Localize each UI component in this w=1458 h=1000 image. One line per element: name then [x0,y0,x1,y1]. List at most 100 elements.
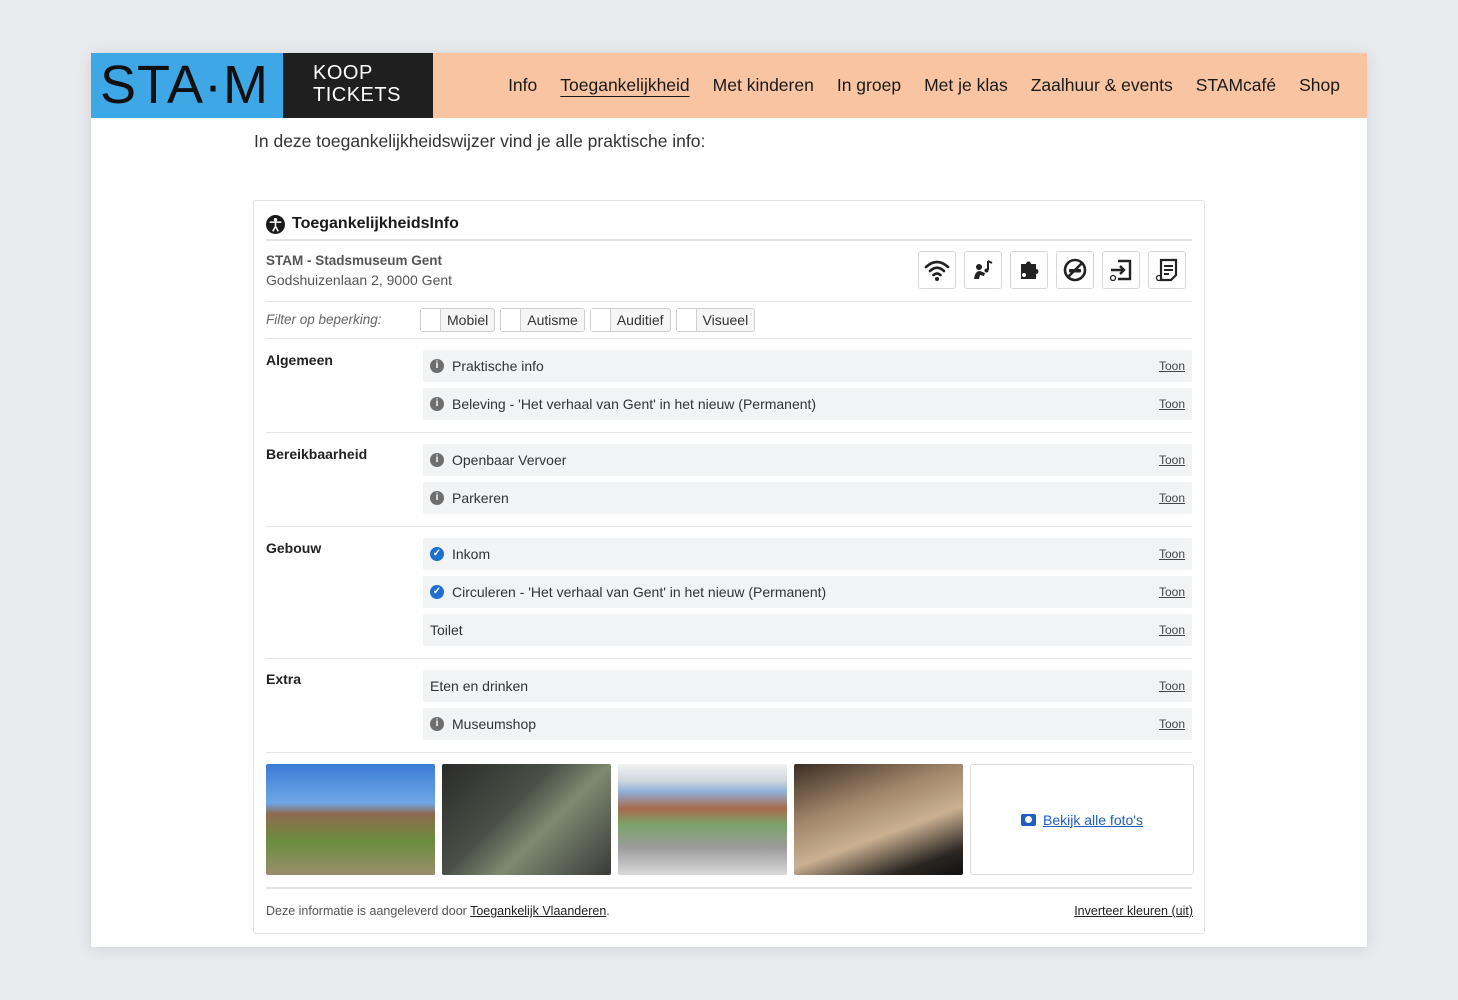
filter-mobiel[interactable]: Mobiel [420,308,496,332]
info-icon: i [430,491,444,505]
item-label: Eten en drinken [430,678,529,694]
divider [266,239,1192,241]
widget-title-text: ToegankelijkheidsInfo [292,215,459,232]
filter-label-text: Visueel [702,312,749,328]
nav-in-groep[interactable]: In groep [837,75,901,96]
toon-link[interactable]: Toon [1159,679,1185,693]
list-item[interactable]: i Beleving - 'Het verhaal van Gent' in h… [423,388,1192,420]
filter-visueel[interactable]: Visueel [675,308,756,332]
feature-icons [918,251,1186,289]
list-item[interactable]: ✓ Inkom Toon [423,538,1192,570]
accessible-entrance-icon[interactable] [1102,251,1140,289]
wifi-icon[interactable] [918,251,956,289]
list-item[interactable]: i Openbaar Vervoer Toon [423,444,1192,476]
toon-link[interactable]: Toon [1159,453,1185,467]
item-label: Toilet [430,622,463,638]
divider [266,658,1192,659]
toon-link[interactable]: Toon [1159,717,1185,731]
view-all-photos-link[interactable]: Bekijk alle foto's [1043,812,1143,828]
divider [266,752,1192,753]
info-icon: i [430,453,444,467]
filter-label-text: Mobiel [447,312,489,328]
widget-title: ToegankelijkheidsInfo [266,209,459,239]
toon-link[interactable]: Toon [1159,623,1185,637]
divider [266,887,1192,889]
list-item[interactable]: i Parkeren Toon [423,482,1192,514]
venue-address: Godshuizenlaan 2, 9000 Gent [266,272,453,288]
nav-zaalhuur-events[interactable]: Zaalhuur & events [1031,75,1173,96]
list-item[interactable]: ✓ Circuleren - 'Het verhaal van Gent' in… [423,576,1192,608]
no-smoking-icon[interactable] [1056,251,1094,289]
filter-label-text: Autisme [527,312,578,328]
filter-label-text: Auditief [616,312,664,328]
filter-label: Filter op beperking: [266,312,382,327]
nav-toegankelijkheid[interactable]: Toegankelijkheid [560,75,689,96]
list-item[interactable]: Toilet Toon [423,614,1192,646]
category-algemeen: Algemeen [266,352,333,368]
photo-gallery: Bekijk alle foto's [266,764,1194,875]
photo-thumbnail[interactable] [266,764,435,875]
accessibility-icon [266,214,285,234]
filter-auditief[interactable]: Auditief [589,308,671,332]
check-icon: ✓ [430,547,444,561]
page-frame: STA·M KOOP TICKETS Info Toegankelijkheid… [91,53,1367,947]
divider [266,301,1192,302]
nav-stamcafe[interactable]: STAMcafé [1196,75,1276,96]
view-all-photos[interactable]: Bekijk alle foto's [970,764,1194,875]
item-label: Inkom [452,546,491,562]
filter-autisme[interactable]: Autisme [500,308,585,332]
divider [266,338,1192,339]
main-nav: Info Toegankelijkheid Met kinderen In gr… [508,53,1340,118]
toon-link[interactable]: Toon [1159,397,1185,411]
toon-link[interactable]: Toon [1159,585,1185,599]
buy-tickets-button[interactable]: KOOP TICKETS [283,53,433,118]
photo-thumbnail[interactable] [618,764,787,875]
site-header: STA·M KOOP TICKETS Info Toegankelijkheid… [91,53,1367,118]
toegankelijk-vlaanderen-link[interactable]: Toegankelijk Vlaanderen [470,904,606,918]
category-extra: Extra [266,671,302,687]
stam-logo[interactable]: STA·M [91,53,283,118]
item-label: Parkeren [452,490,509,506]
category-bereikbaarheid: Bereikbaarheid [266,446,368,462]
autism-friendly-icon[interactable] [1010,251,1048,289]
checkbox[interactable] [421,309,441,331]
list-item[interactable]: i Praktische info Toon [423,350,1192,382]
list-item[interactable]: i Museumshop Toon [423,708,1192,740]
intro-text: In deze toegankelijkheidswijzer vind je … [254,131,706,151]
category-gebouw: Gebouw [266,540,322,556]
item-label: Museumshop [452,716,537,732]
footer-text: Deze informatie is aangeleverd door [266,904,467,918]
nav-info[interactable]: Info [508,75,537,96]
footer-attribution: Deze informatie is aangeleverd door Toeg… [266,904,610,918]
photo-thumbnail[interactable] [442,764,611,875]
nav-met-je-klas[interactable]: Met je klas [924,75,1008,96]
info-icon: i [430,397,444,411]
footer-dot: . [606,904,610,918]
accessibility-widget: ToegankelijkheidsInfo STAM - Stadsmuseum… [253,200,1205,934]
info-icon: i [430,359,444,373]
checkbox[interactable] [590,309,611,331]
item-label: Circuleren - 'Het verhaal van Gent' in h… [452,584,827,600]
divider [266,526,1192,527]
divider [266,432,1192,433]
item-label: Openbaar Vervoer [452,452,567,468]
tickets-line-1: KOOP [313,62,373,84]
photo-thumbnail[interactable] [794,764,963,875]
camera-icon [1021,813,1037,826]
item-label: Praktische info [452,358,544,374]
audio-guide-icon[interactable] [964,251,1002,289]
invert-colors-toggle[interactable]: Inverteer kleuren (uit) [1074,904,1193,918]
tickets-line-2: TICKETS [313,84,401,106]
accessible-information-icon[interactable] [1148,251,1186,289]
nav-shop[interactable]: Shop [1299,75,1340,96]
filter-group: Mobiel Autisme Auditief Visueel [420,308,756,332]
info-icon: i [430,717,444,731]
list-item[interactable]: Eten en drinken Toon [423,670,1192,702]
venue-name: STAM - Stadsmuseum Gent [266,253,443,268]
toon-link[interactable]: Toon [1159,547,1185,561]
nav-met-kinderen[interactable]: Met kinderen [713,75,814,96]
checkbox[interactable] [501,309,522,331]
toon-link[interactable]: Toon [1159,359,1185,373]
checkbox[interactable] [676,309,697,331]
toon-link[interactable]: Toon [1159,491,1185,505]
